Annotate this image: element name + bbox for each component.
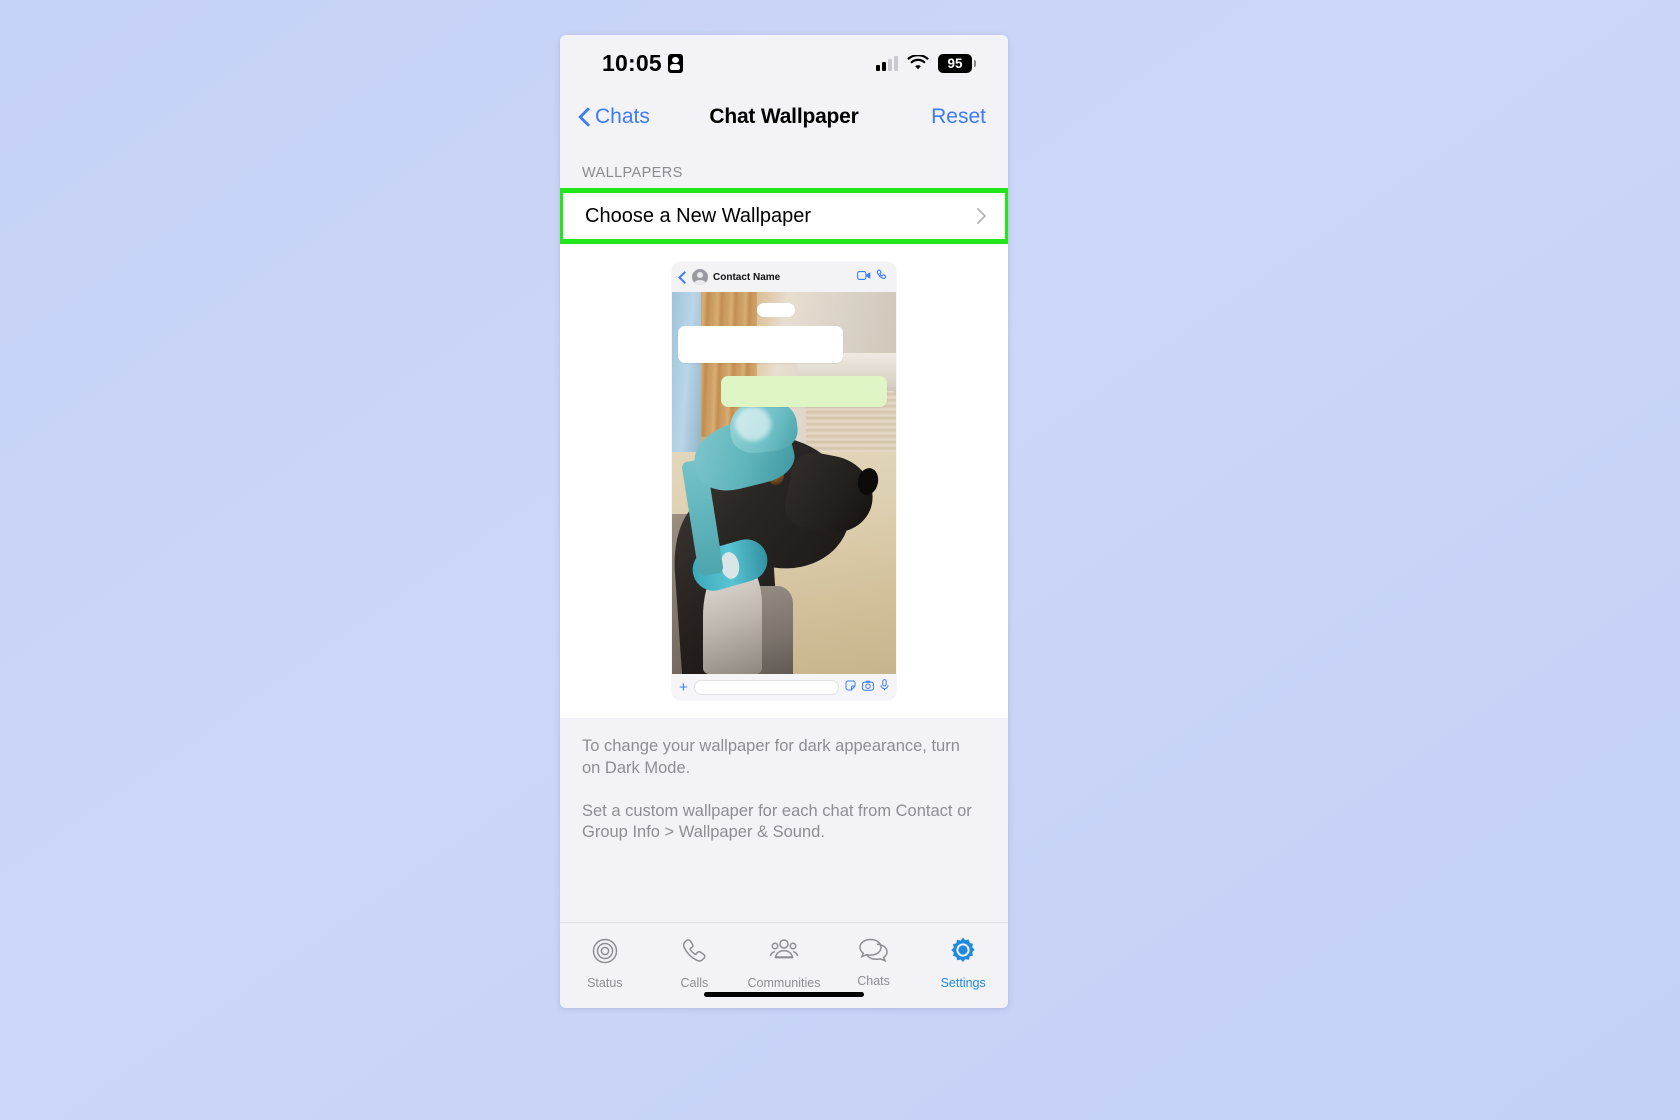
phone-icon	[876, 268, 888, 286]
video-camera-icon	[857, 268, 871, 286]
status-bar-left: 10:05	[602, 50, 683, 77]
preview-outgoing-bubble	[721, 376, 888, 407]
phone-icon	[679, 936, 709, 971]
camera-icon	[862, 678, 874, 696]
footer-help-text: To change your wallpaper for dark appear…	[560, 718, 1008, 845]
status-bar-right: 95	[876, 53, 976, 73]
chat-preview-card: Contact Name +	[672, 262, 896, 700]
chevron-left-icon	[578, 107, 590, 127]
preview-message-field	[693, 679, 839, 695]
plus-icon: +	[679, 678, 688, 696]
battery-percent-label: 95	[947, 55, 963, 71]
wifi-icon	[907, 55, 929, 71]
tab-communities-label: Communities	[747, 976, 821, 990]
preview-contact-name: Contact Name	[713, 271, 781, 283]
tab-settings[interactable]: Settings	[918, 936, 1008, 990]
preview-chat-header: Contact Name	[672, 262, 896, 292]
tab-settings-label: Settings	[940, 976, 986, 990]
chevron-right-icon	[976, 207, 987, 225]
communities-icon	[767, 936, 801, 971]
wallpaper-preview-area: Contact Name +	[560, 244, 1008, 718]
chat-bubbles-icon	[857, 936, 891, 969]
preview-incoming-bubble	[677, 326, 844, 363]
choose-new-wallpaper-label: Choose a New Wallpaper	[585, 204, 812, 227]
preview-message-input-bar: +	[672, 674, 896, 700]
microphone-icon	[880, 678, 889, 696]
home-indicator	[704, 992, 864, 997]
reset-button[interactable]: Reset	[931, 105, 986, 129]
tab-calls[interactable]: Calls	[650, 936, 740, 990]
screen-record-icon	[667, 53, 683, 73]
status-bar: 10:05 95	[560, 35, 1008, 91]
footer-paragraph-1: To change your wallpaper for dark appear…	[582, 737, 960, 777]
tab-status-label: Status	[587, 976, 623, 990]
screenshot-canvas: 10:05 95 Chats Chat Wallpaper Reset WALL…	[0, 0, 1680, 1120]
tab-bar: Status Calls Communities Chats Settings	[560, 922, 1008, 1008]
contact-avatar-icon	[692, 269, 708, 285]
gear-icon	[948, 936, 978, 971]
tab-chats[interactable]: Chats	[829, 936, 919, 988]
preview-wallpaper-photo	[672, 292, 896, 674]
back-button-label: Chats	[595, 105, 650, 128]
status-rings-icon	[590, 936, 620, 971]
section-header-wallpapers: WALLPAPERS	[560, 143, 1008, 188]
tab-calls-label: Calls	[680, 976, 709, 990]
navigation-bar: Chats Chat Wallpaper Reset	[560, 91, 1008, 143]
choose-new-wallpaper-row[interactable]: Choose a New Wallpaper	[563, 193, 1005, 239]
cellular-signal-icon	[876, 55, 898, 71]
highlight-box: Choose a New Wallpaper	[560, 188, 1008, 244]
status-bar-clock: 10:05	[602, 49, 662, 76]
tab-status[interactable]: Status	[560, 936, 650, 990]
sticker-icon	[845, 678, 856, 696]
preview-date-chip	[757, 303, 796, 318]
tab-chats-label: Chats	[857, 974, 890, 988]
back-button[interactable]: Chats	[578, 105, 650, 129]
battery-indicator: 95	[938, 53, 976, 73]
footer-paragraph-2: Set a custom wallpaper for each chat fro…	[582, 801, 972, 842]
phone-screen: 10:05 95 Chats Chat Wallpaper Reset WALL…	[560, 35, 1008, 1008]
page-title: Chat Wallpaper	[709, 105, 859, 128]
tab-communities[interactable]: Communities	[739, 936, 829, 990]
chevron-left-icon	[679, 271, 687, 284]
